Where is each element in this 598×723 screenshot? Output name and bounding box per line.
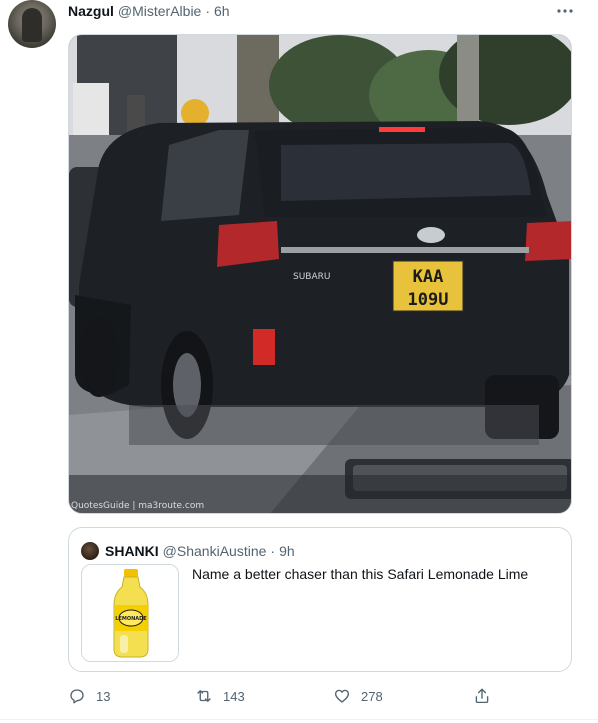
car-photo-illustration: SUBARU KAA 109U: [69, 35, 571, 513]
reply-button[interactable]: 13: [68, 686, 110, 706]
retweet-button[interactable]: 143: [195, 686, 245, 706]
separator-dot: ·: [205, 3, 211, 19]
quoted-tweet-text: Name a better chaser than this Safari Le…: [192, 566, 529, 582]
photo-watermark: QuotesGuide | ma3route.com: [71, 501, 205, 511]
quoted-user-avatar[interactable]: [81, 542, 99, 560]
user-avatar[interactable]: [8, 0, 56, 48]
lemonade-bottle-illustration: LEMONADE: [82, 565, 178, 661]
quoted-tweet-header: SHANKI @ShankiAustine · 9h: [105, 542, 295, 560]
tweet[interactable]: Nazgul @MisterAlbie · 6h SUBARU KAA 109U…: [0, 0, 598, 723]
tweet-header: Nazgul @MisterAlbie · 6h: [68, 2, 230, 20]
more-horizontal-icon[interactable]: [556, 2, 574, 20]
like-button[interactable]: 278: [333, 686, 383, 706]
quoted-display-name[interactable]: SHANKI: [105, 543, 159, 559]
reply-icon: [70, 689, 84, 704]
quoted-tweet[interactable]: SHANKI @ShankiAustine · 9h LEMONADE Name…: [68, 527, 572, 672]
retweet-count: 143: [223, 688, 245, 704]
retweet-icon: [197, 690, 211, 702]
quoted-user-handle[interactable]: @ShankiAustine: [163, 543, 267, 559]
quoted-timestamp[interactable]: 9h: [279, 543, 295, 559]
display-name[interactable]: Nazgul: [68, 3, 114, 19]
tweet-actions: 13 143 278: [68, 686, 572, 706]
reply-count: 13: [96, 688, 111, 704]
quoted-media-thumbnail[interactable]: LEMONADE: [81, 564, 179, 662]
like-count: 278: [361, 688, 383, 704]
share-button[interactable]: [473, 686, 501, 706]
car-badge: SUBARU: [293, 272, 330, 282]
plate-line2: 109U: [408, 290, 449, 310]
share-icon: [475, 688, 489, 704]
plate-line1: KAA: [413, 267, 444, 287]
tweet-timestamp[interactable]: 6h: [214, 3, 230, 19]
tweet-divider: [0, 719, 598, 720]
heart-icon: [334, 689, 350, 703]
tweet-photo[interactable]: SUBARU KAA 109U QuotesGuide | ma3route.c…: [68, 34, 572, 514]
bottle-label: LEMONADE: [115, 616, 147, 622]
user-handle[interactable]: @MisterAlbie: [118, 3, 201, 19]
quoted-separator-dot: ·: [270, 543, 276, 559]
